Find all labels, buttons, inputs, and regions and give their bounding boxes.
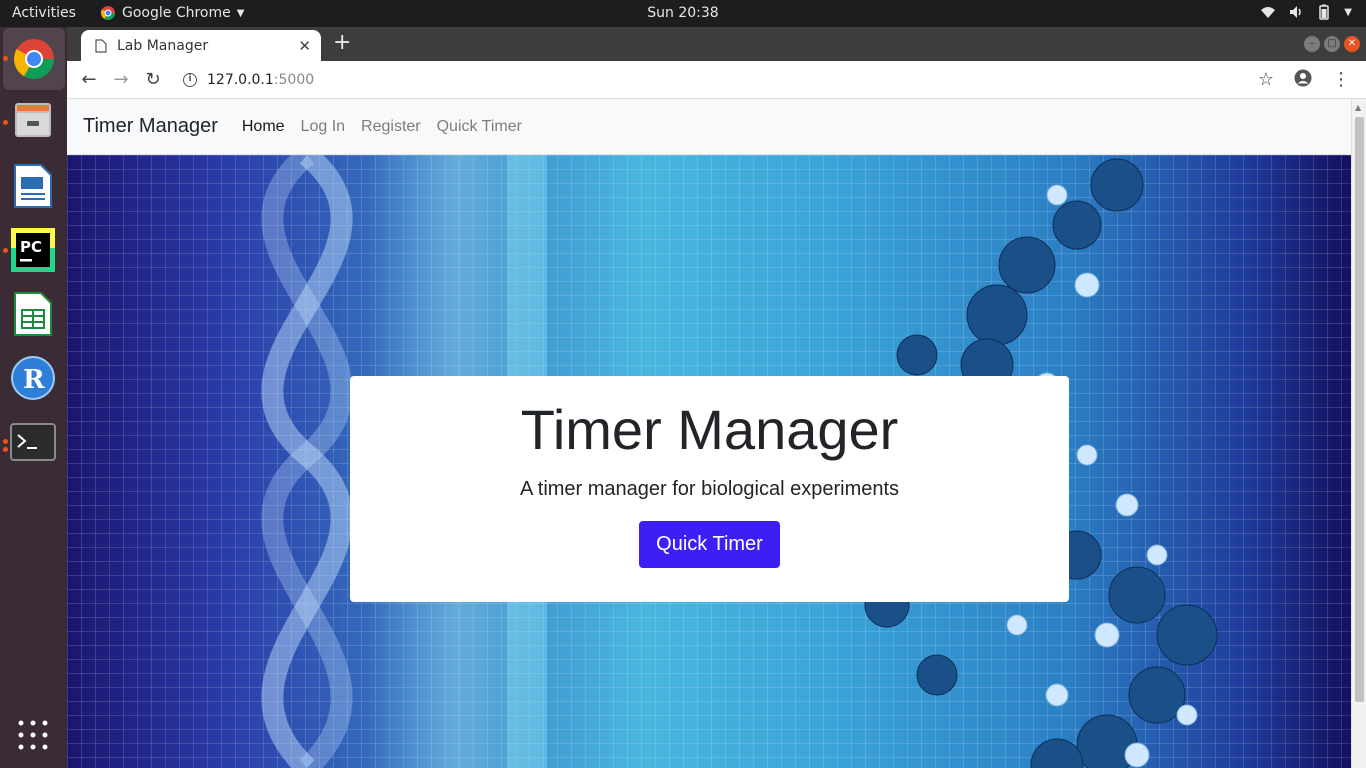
chevron-down-icon: ▼ — [236, 7, 245, 19]
tab-title: Lab Manager — [117, 37, 209, 54]
r-language-icon: R — [11, 356, 55, 400]
browser-window: Lab Manager ✕ + – □ ✕ ← → ↻ i 127.0.0.1:… — [67, 27, 1366, 768]
file-cabinet-icon — [15, 103, 51, 137]
chrome-small-icon — [100, 6, 115, 20]
maximize-icon[interactable]: □ — [1324, 36, 1340, 52]
info-icon[interactable]: i — [183, 73, 197, 87]
dock-pycharm[interactable]: PC — [9, 226, 57, 274]
app-grid-icon — [18, 720, 48, 750]
star-icon[interactable]: ☆ — [1258, 69, 1274, 90]
running-indicator — [3, 248, 8, 253]
new-tab-button[interactable]: + — [333, 32, 351, 54]
dock: PC R — [0, 27, 67, 768]
running-indicator — [3, 439, 8, 444]
nav-link-quick-timer[interactable]: Quick Timer — [437, 118, 522, 136]
hero-title: Timer Manager — [520, 398, 899, 461]
terminal-icon — [10, 423, 56, 461]
app-menu[interactable]: Google Chrome ▼ — [100, 5, 244, 21]
address-bar[interactable]: i 127.0.0.1:5000 — [183, 68, 1243, 92]
dock-calc[interactable] — [9, 290, 57, 338]
chevron-down-icon: ▼ — [1344, 6, 1352, 18]
dock-files[interactable] — [9, 96, 57, 144]
running-indicator — [3, 56, 8, 61]
navbar-brand[interactable]: Timer Manager — [83, 115, 218, 138]
dock-chrome[interactable] — [3, 28, 65, 90]
site-navbar: Timer Manager Home Log In Register Quick… — [67, 99, 1351, 155]
scrollbar-thumb[interactable] — [1355, 117, 1364, 702]
reload-icon[interactable]: ↻ — [142, 69, 164, 91]
activities-button[interactable]: Activities — [12, 5, 76, 21]
browser-toolbar: ← → ↻ i 127.0.0.1:5000 ☆ ⋮ — [67, 61, 1366, 99]
document-icon — [14, 164, 52, 208]
running-indicator — [3, 120, 8, 125]
nav-link-home[interactable]: Home — [242, 118, 285, 136]
clock[interactable]: Sun 20:38 — [647, 5, 718, 21]
page-scrollbar[interactable]: ▲ — [1351, 99, 1366, 768]
hero-card: Timer Manager A timer manager for biolog… — [350, 376, 1069, 602]
quick-timer-button[interactable]: Quick Timer — [639, 521, 780, 568]
show-applications-button[interactable] — [9, 711, 57, 759]
running-indicator — [3, 447, 8, 452]
spreadsheet-icon — [14, 292, 52, 336]
volume-icon — [1290, 6, 1302, 18]
app-menu-label: Google Chrome — [122, 5, 231, 21]
svg-text:R: R — [23, 365, 45, 395]
tab-lab-manager[interactable]: Lab Manager ✕ — [81, 30, 321, 61]
menu-kebab-icon[interactable]: ⋮ — [1332, 69, 1350, 90]
page-viewport: Timer Manager Home Log In Register Quick… — [67, 99, 1351, 768]
dock-terminal[interactable] — [9, 418, 57, 466]
url-port: :5000 — [273, 72, 315, 88]
svg-text:PC: PC — [20, 238, 42, 256]
wifi-icon — [1261, 7, 1276, 18]
scroll-up-icon[interactable]: ▲ — [1355, 103, 1361, 112]
tab-strip: Lab Manager ✕ + – □ ✕ — [67, 27, 1366, 61]
profile-icon[interactable] — [1294, 69, 1312, 87]
chrome-icon — [14, 39, 54, 79]
battery-icon — [1319, 4, 1330, 20]
nav-link-register[interactable]: Register — [361, 118, 421, 136]
system-tray[interactable]: ▼ — [1260, 4, 1352, 20]
hero-section: Timer Manager A timer manager for biolog… — [67, 155, 1351, 768]
back-icon[interactable]: ← — [78, 69, 100, 91]
pycharm-icon: PC — [11, 228, 55, 272]
toolbar-actions: ☆ ⋮ — [1258, 69, 1366, 90]
window-controls: – □ ✕ — [1304, 36, 1360, 52]
nav-link-login[interactable]: Log In — [301, 118, 345, 136]
close-window-icon[interactable]: ✕ — [1344, 36, 1360, 52]
minimize-icon[interactable]: – — [1304, 36, 1320, 52]
hero-subtitle: A timer manager for biological experimen… — [519, 478, 900, 500]
forward-icon[interactable]: → — [110, 69, 132, 91]
url-host: 127.0.0.1 — [207, 72, 274, 88]
close-icon[interactable]: ✕ — [298, 37, 311, 55]
dock-writer[interactable] — [9, 162, 57, 210]
page-icon — [95, 38, 107, 53]
system-top-bar: Activities Google Chrome ▼ Sun 20:38 ▼ — [0, 0, 1366, 27]
dock-r[interactable]: R — [9, 354, 57, 402]
